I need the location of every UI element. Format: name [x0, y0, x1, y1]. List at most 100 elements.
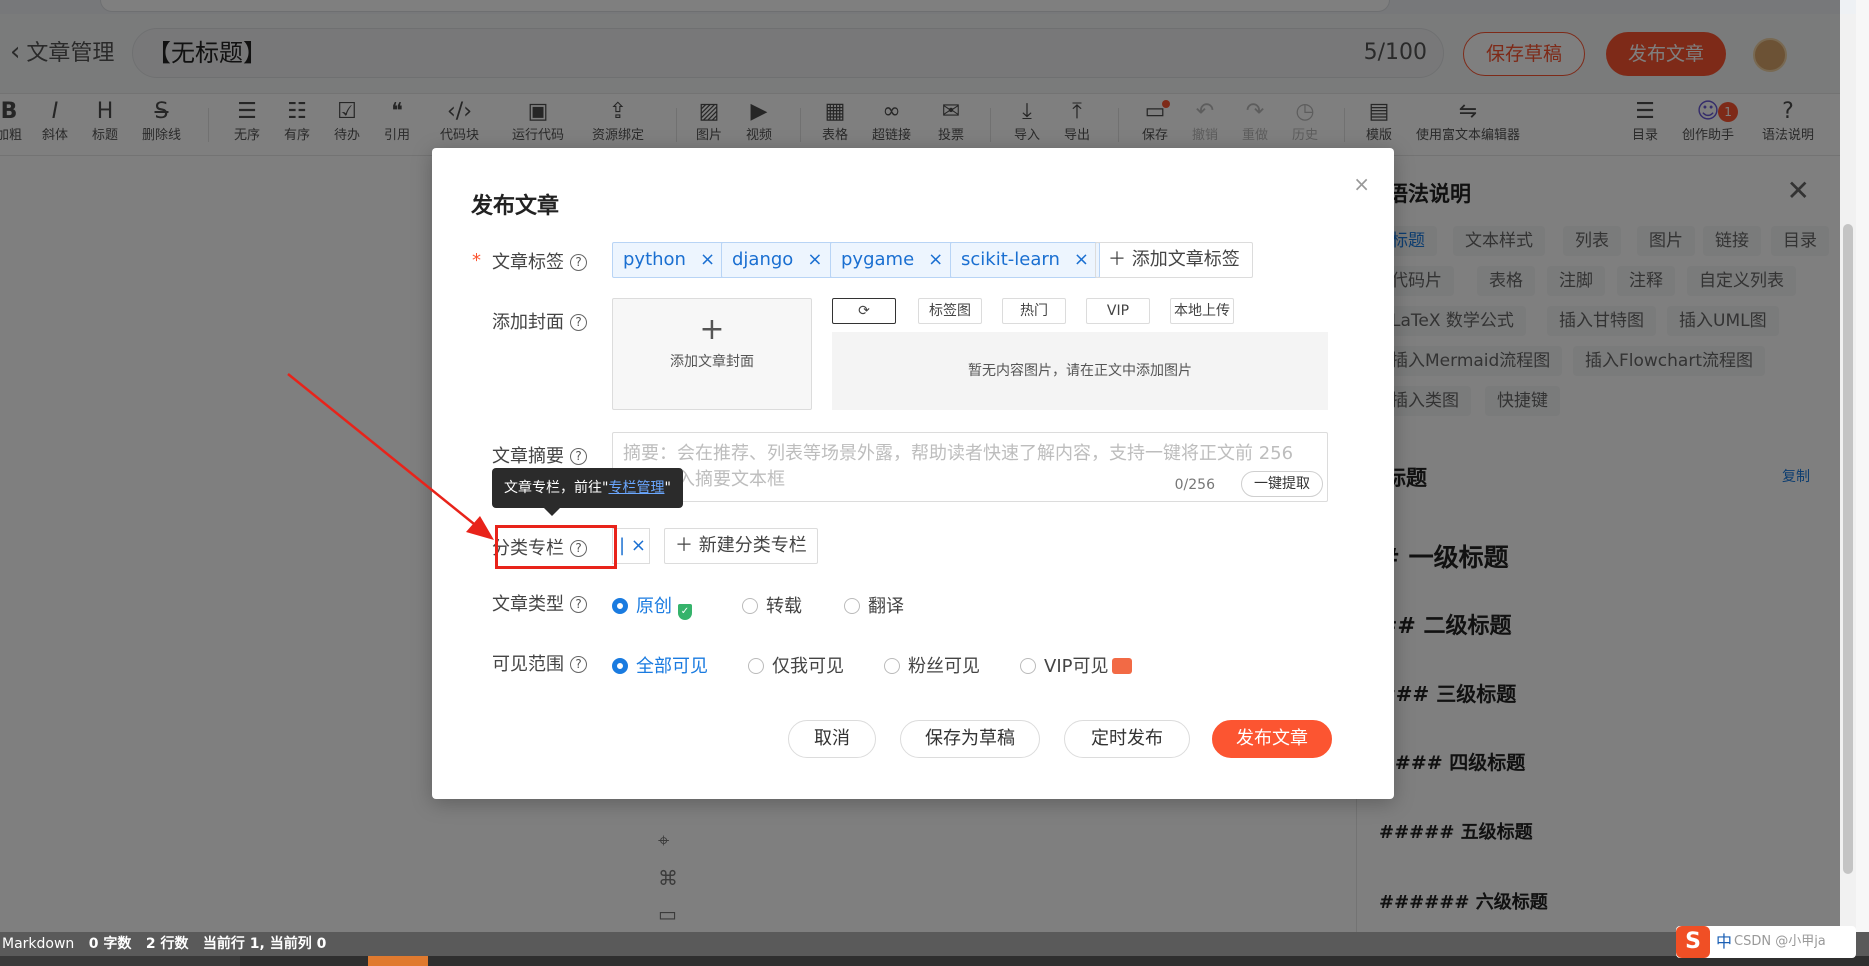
type-translate-radio[interactable]: 翻译	[844, 592, 904, 618]
cancel-button[interactable]: 取消	[788, 720, 876, 758]
plus-icon: ＋	[675, 535, 693, 556]
summary-count: 0/256	[1174, 477, 1215, 493]
radio-circle	[844, 598, 860, 614]
tag-label: scikit-learn	[961, 249, 1060, 270]
radio-circle	[742, 598, 758, 614]
close-icon[interactable]: ×	[631, 535, 646, 556]
tag-label: django	[732, 249, 794, 270]
ime-language[interactable]: 中	[1716, 932, 1732, 951]
add-tag-label: 添加文章标签	[1131, 249, 1240, 270]
status-bar: Markdown 0 字数 2 行数 当前行 1, 当前列 0	[0, 932, 1869, 956]
tooltip-arrow	[544, 508, 560, 516]
add-cover-button[interactable]: + 添加文章封面	[612, 298, 812, 410]
line-count: 2 行数	[145, 936, 189, 952]
help-circle-icon[interactable]: ?	[570, 656, 587, 673]
cover-empty-hint: 暂无内容图片，请在正文中添加图片	[832, 332, 1328, 410]
add-cover-label: 添加文章封面	[670, 354, 754, 370]
summary-textarea[interactable]: 摘要：会在推荐、列表等场景外露，帮助读者快速了解内容，支持一键将正文前 256 …	[612, 432, 1328, 502]
shield-check-icon: ✓	[678, 604, 692, 620]
type-label-text: 文章类型	[492, 594, 564, 615]
help-circle-icon[interactable]: ?	[570, 254, 587, 271]
close-icon[interactable]: ×	[700, 249, 715, 270]
summary-label-text: 文章摘要	[492, 446, 564, 467]
column-tooltip: 文章专栏，前往"专栏管理"	[492, 468, 683, 516]
type-repost-radio[interactable]: 转载	[742, 592, 802, 618]
tag-label: pygame	[841, 249, 915, 270]
radio-label: 翻译	[868, 596, 904, 617]
radio-label: 全部可见	[636, 656, 708, 677]
char-count: 0 字数	[88, 936, 132, 952]
schedule-publish-button[interactable]: 定时发布	[1064, 720, 1190, 758]
close-icon[interactable]: ×	[807, 249, 822, 270]
radio-label: 仅我可见	[772, 656, 844, 677]
radio-label: 原创	[636, 596, 672, 617]
publish-article-button[interactable]: 发布文章	[1212, 720, 1332, 758]
cover-label: 添加封面?	[492, 308, 587, 334]
cover-label-text: 添加封面	[492, 312, 564, 333]
cover-tab[interactable]: 热门	[1002, 298, 1066, 324]
taskbar-item[interactable]	[368, 956, 428, 966]
refresh-cover-tab[interactable]: ⟳	[832, 298, 896, 324]
cover-tab[interactable]: 标签图	[918, 298, 982, 324]
page-scrollbar[interactable]	[1840, 14, 1856, 932]
column-input-value: |	[619, 535, 626, 556]
visibility-all-radio[interactable]: 全部可见	[612, 652, 708, 678]
save-as-draft-button[interactable]: 保存为草稿	[900, 720, 1040, 758]
tags-label-text: 文章标签	[492, 252, 564, 273]
tooltip-text: 文章专栏，前往"	[504, 480, 609, 496]
editor-mode: Markdown	[2, 936, 75, 952]
tag-chip: python ×	[612, 242, 727, 278]
help-circle-icon[interactable]: ?	[570, 596, 587, 613]
watermark: CSDN @小甲ja	[1734, 934, 1826, 949]
close-icon[interactable]: ×	[1074, 249, 1089, 270]
publish-dialog: 发布文章 × * 文章标签? python × django × pygame × s…	[432, 148, 1394, 799]
radio-circle	[612, 658, 628, 674]
help-circle-icon[interactable]: ?	[570, 448, 587, 465]
new-column-button[interactable]: ＋ 新建分类专栏	[664, 528, 818, 564]
radio-circle	[1020, 658, 1036, 674]
radio-circle	[884, 658, 900, 674]
dialog-title: 发布文章	[471, 194, 560, 219]
radio-label: 粉丝可见	[908, 656, 980, 677]
cursor-position: 当前行 1, 当前列 0	[202, 936, 327, 952]
tags-label: 文章标签?	[492, 248, 587, 274]
tag-chip: scikit-learn ×	[950, 242, 1100, 278]
auto-extract-button[interactable]: 一键提取	[1241, 471, 1323, 497]
taskbar	[0, 956, 1869, 966]
annotation-highlight-box	[495, 525, 617, 569]
tag-chip: pygame ×	[830, 242, 955, 278]
type-original-radio[interactable]: 原创 ✓	[612, 592, 692, 620]
refresh-icon: ⟳	[858, 303, 870, 319]
radio-label: VIP可见	[1044, 656, 1109, 677]
help-circle-icon[interactable]: ?	[570, 314, 587, 331]
radio-label: 转载	[766, 596, 802, 617]
column-input[interactable]: | ×	[612, 528, 650, 564]
plus-icon: ＋	[1108, 249, 1126, 270]
new-column-label: 新建分类专栏	[698, 535, 807, 556]
sogou-icon: S	[1676, 926, 1710, 958]
radio-circle	[748, 658, 764, 674]
cover-tab[interactable]: 本地上传	[1170, 298, 1234, 324]
close-icon[interactable]: ×	[928, 249, 943, 270]
scrollbar-thumb[interactable]	[1843, 224, 1853, 874]
visibility-label: 可见范围?	[492, 650, 587, 676]
tag-chip: django ×	[721, 242, 834, 278]
ime-toolbar[interactable]: S中 CSDN @小甲ja	[1676, 926, 1856, 958]
browser-side-strip	[1856, 0, 1869, 966]
visibility-self-radio[interactable]: 仅我可见	[748, 652, 844, 678]
required-mark: *	[472, 250, 481, 271]
type-label: 文章类型?	[492, 590, 587, 616]
column-manage-link[interactable]: 专栏管理	[608, 480, 664, 496]
taskbar-item[interactable]	[0, 956, 240, 966]
close-icon[interactable]: ×	[1353, 172, 1370, 196]
plus-icon: +	[699, 312, 725, 347]
tooltip-text: "	[664, 480, 671, 496]
visibility-fans-radio[interactable]: 粉丝可见	[884, 652, 980, 678]
add-tag-button[interactable]: ＋ 添加文章标签	[1095, 242, 1253, 278]
visibility-vip-radio[interactable]: VIP可见	[1020, 652, 1133, 678]
cover-tab[interactable]: VIP	[1086, 298, 1150, 324]
radio-circle	[612, 598, 628, 614]
tag-label: python	[623, 249, 686, 270]
summary-label: 文章摘要?	[492, 442, 587, 468]
visibility-label-text: 可见范围	[492, 654, 564, 675]
